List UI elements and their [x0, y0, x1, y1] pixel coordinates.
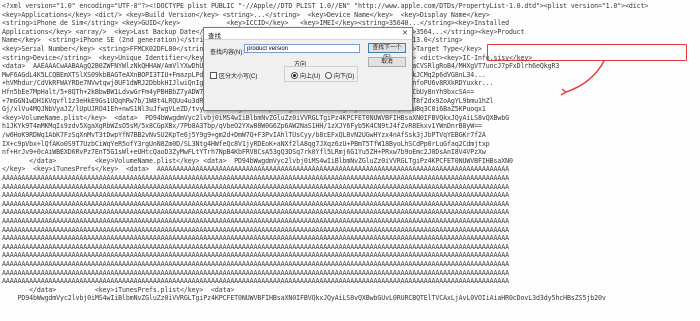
close-icon[interactable]: ✕ — [402, 29, 408, 37]
xml-text-line: AAAAAAAAAAAAAAAAAAAAAAAAAAAAAAAAAAAAAAAA… — [2, 225, 509, 234]
direction-down-label: 向下(D) — [334, 74, 355, 80]
xml-text-line: <?xml version="1.0" encoding="UTF-8"?><!… — [2, 2, 649, 10]
direction-group: 向上(U) 向下(D) — [284, 66, 358, 82]
xml-text-line: AAAAAAAAAAAAAAAAAAAAAAAAAAAAAAAAAAAAAAAA… — [2, 268, 509, 277]
match-case-label: 区分大小写(C) — [219, 74, 258, 80]
cancel-button[interactable]: 取消 — [368, 57, 406, 67]
match-case-checkbox[interactable]: 区分大小写(C) — [210, 71, 257, 80]
xml-text-line: AAAAAAAAAAAAAAAAAAAAAAAAAAAAAAAAAAAAAAAA… — [2, 208, 509, 217]
xml-text-line: AAAAAAAAAAAAAAAAAAAAAAAAAAAAAAAAAAAAAAAA… — [2, 182, 509, 191]
find-what-label: 查找内容(N): — [210, 50, 244, 56]
find-next-button[interactable]: 查找下一个(F) — [368, 43, 406, 60]
xml-text-line: </data> <key>iTunesPrefs.plist</key> <da… — [2, 285, 235, 294]
highlight-box — [487, 44, 687, 61]
direction-up-label: 向上(U) — [300, 74, 321, 80]
xml-text-line: AAAAAAAAAAAAAAAAAAAAAAAAAAAAAAAAAAAAAAAA… — [2, 251, 509, 260]
dialog-titlebar[interactable]: 查找 ✕ — [204, 28, 412, 40]
xml-text-line: AAAAAAAAAAAAAAAAAAAAAAAAAAAAAAAAAAAAAAAA… — [2, 234, 509, 243]
xml-text-line: AAAAAAAAAAAAAAAAAAAAAAAAAAAAAAAAAAAAAAAA… — [2, 260, 509, 268]
find-what-input[interactable] — [244, 44, 360, 53]
direction-up-radio[interactable]: 向上(U) — [291, 71, 320, 80]
xml-text-line: AAAAAAAAAAAAAAAAAAAAAAAAAAAAAAAAAAAAAAAA… — [2, 277, 509, 286]
xml-text-line: h1JKYk9T4mMKMqIs9zdv5XgaXgRbWZsO5sM/5x8C… — [2, 122, 482, 131]
direction-down-radio[interactable]: 向下(D) — [325, 71, 354, 80]
xml-text-line: AAAAAAAAAAAAAAAAAAAAAAAAAAAAAAAAAAAAAAAA… — [2, 217, 509, 225]
dialog-title: 查找 — [208, 33, 221, 40]
xml-text-line: </data> <key>VolumeName.plist</key> <dat… — [2, 156, 513, 165]
xml-text-line: PD94bWwgdmVyc2lvbj0iMS4wIiBlbmNvZGluZz0i… — [2, 294, 606, 303]
xml-text-line: IX+c9pVbx+lQfAKo0S9T7UzbCiWqYeR5ofY3rgUn… — [2, 139, 490, 148]
xml-text-line: /w6HoK9RDWq1AbK7FzSqXnMvT3tDwpYfN7BB2vNv… — [2, 131, 486, 139]
checkbox-icon — [210, 72, 217, 79]
radio-selected-icon — [291, 72, 298, 79]
xml-text-line: nf+HrJv9+0cAiWBEXD6RvPz7EnT5G1sWl+eUHtcQ… — [2, 148, 486, 157]
xml-text-line: AAAAAAAAAAAAAAAAAAAAAAAAAAAAAAAAAAAAAAAA… — [2, 242, 509, 251]
xml-text-line: <key>Applications</key> <dict/> <key>Bui… — [2, 10, 490, 19]
xml-text-line: AAAAAAAAAAAAAAAAAAAAAAAAAAAAAAAAAAAAAAAA… — [2, 199, 509, 208]
xml-text-line: AAAAAAAAAAAAAAAAAAAAAAAAAAAAAAAAAAAAAAAA… — [2, 174, 509, 182]
xml-text-line: </key> <key>iTunesPrefs</key> <data> AAA… — [2, 165, 509, 174]
radio-unselected-icon — [325, 72, 332, 79]
xml-text-line: AAAAAAAAAAAAAAAAAAAAAAAAAAAAAAAAAAAAAAAA… — [2, 191, 509, 200]
xml-text-line: <key>VolumeName.plist</key> <data> PD94b… — [2, 113, 509, 122]
find-dialog: 查找 ✕ 查找内容(N): 查找下一个(F) 取消 方向 向上(U) 向下(D)… — [203, 27, 413, 111]
